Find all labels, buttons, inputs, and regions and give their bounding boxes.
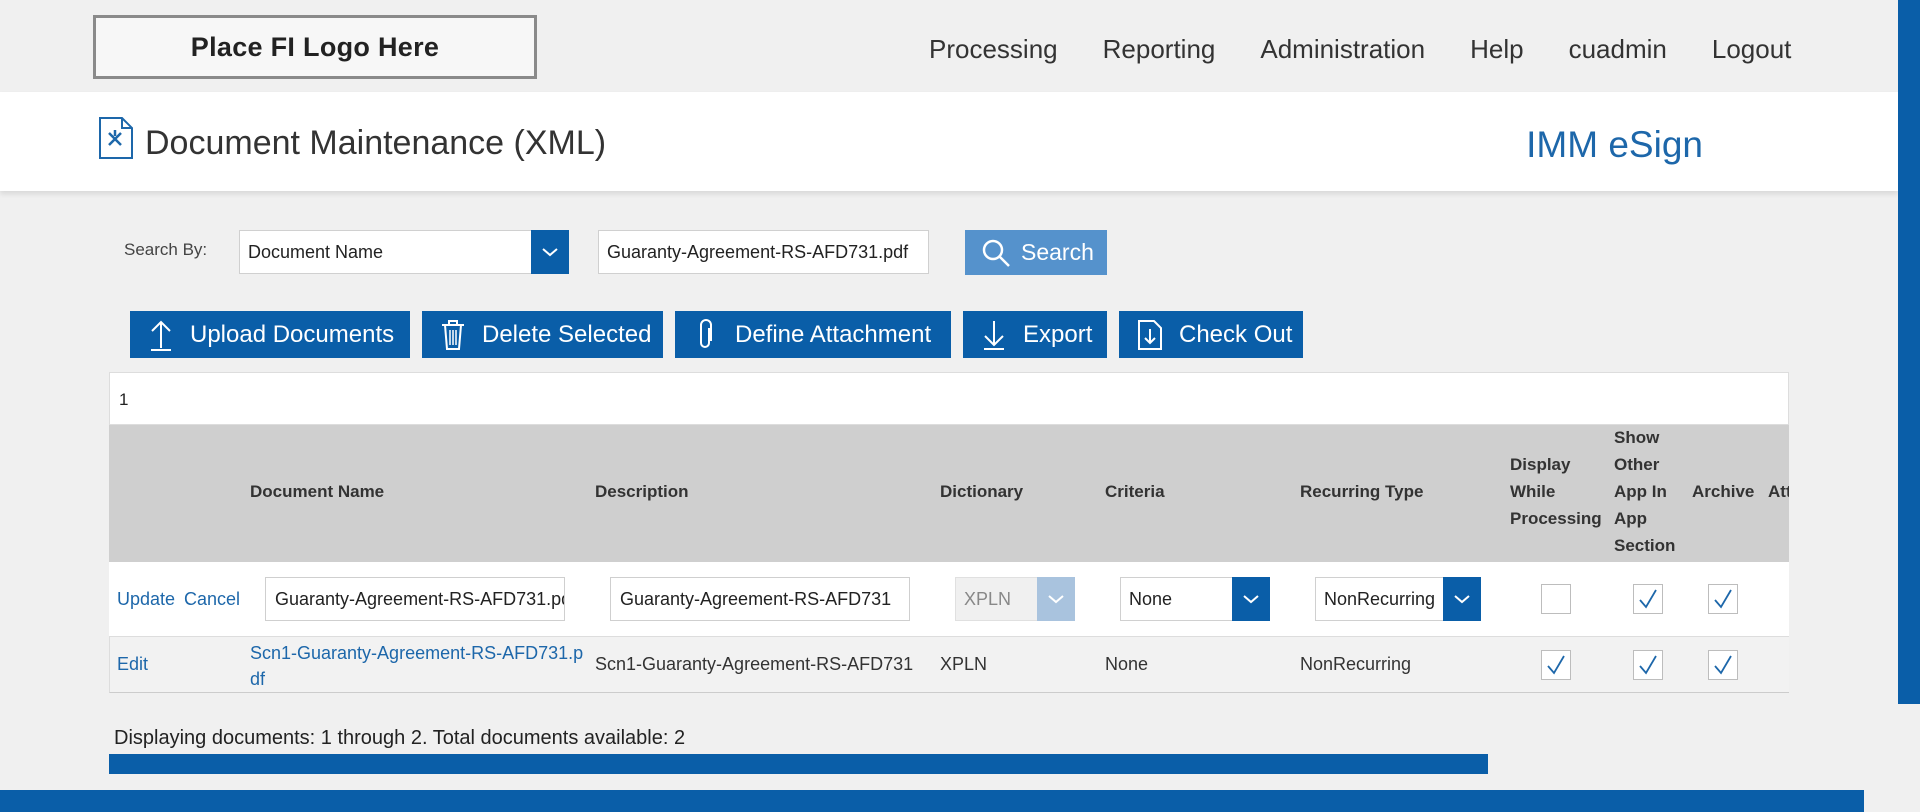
chevron-down-icon[interactable] xyxy=(531,230,569,274)
page-title: Document Maintenance (XML) xyxy=(145,124,607,162)
show-other-app-checkbox[interactable] xyxy=(1633,584,1663,614)
col-archive[interactable]: Archive xyxy=(1692,478,1754,505)
document-name-line2: df xyxy=(250,669,266,689)
export-label: Export xyxy=(1023,320,1093,348)
col-attachment[interactable]: Att xyxy=(1768,478,1789,505)
col-document-name[interactable]: Document Name xyxy=(250,478,384,505)
footer-bar xyxy=(0,790,1864,812)
delete-selected-button[interactable]: Delete Selected xyxy=(422,311,663,358)
document-count-status: Displaying documents: 1 through 2. Total… xyxy=(114,727,686,749)
nav-administration[interactable]: Administration xyxy=(1260,34,1425,65)
col-dictionary[interactable]: Dictionary xyxy=(940,478,1023,505)
document-name-input[interactable]: Guaranty-Agreement-RS-AFD731.pdf xyxy=(265,577,565,621)
trash-icon xyxy=(440,319,466,351)
cancel-link[interactable]: Cancel xyxy=(184,589,240,610)
grid-pager: 1 xyxy=(109,372,1789,425)
search-button-label: Search xyxy=(1021,239,1094,265)
chevron-down-icon xyxy=(1037,577,1075,621)
nav-processing[interactable]: Processing xyxy=(929,34,1058,65)
download-icon xyxy=(981,319,1007,351)
paperclip-icon xyxy=(693,318,719,351)
search-input[interactable] xyxy=(598,230,929,274)
nav-user[interactable]: cuadmin xyxy=(1569,34,1667,65)
col-recurring-type[interactable]: Recurring Type xyxy=(1300,478,1423,505)
recurring-type-value: NonRecurring xyxy=(1324,589,1436,609)
check-out-button[interactable]: Check Out xyxy=(1119,311,1303,358)
col-display-line2: While xyxy=(1510,482,1556,501)
dictionary-cell: XPLN xyxy=(940,654,988,674)
nav-help[interactable]: Help xyxy=(1470,34,1523,65)
export-button[interactable]: Export xyxy=(963,311,1107,358)
page-number[interactable]: 1 xyxy=(119,390,128,410)
col-display-while-processing[interactable]: Display While Processing xyxy=(1510,451,1602,532)
define-attachment-label: Define Attachment xyxy=(735,320,932,348)
checkmark-icon xyxy=(1714,589,1732,609)
col-show-line4: App xyxy=(1614,509,1648,528)
chevron-down-icon[interactable] xyxy=(1443,577,1481,621)
checkmark-icon xyxy=(1714,655,1732,675)
col-criteria[interactable]: Criteria xyxy=(1105,478,1165,505)
search-by-label: Search By: xyxy=(124,240,208,259)
col-display-line1: Display xyxy=(1510,455,1571,474)
update-link[interactable]: Update xyxy=(117,589,175,610)
search-icon xyxy=(982,239,1010,267)
search-field-select[interactable]: Document Name xyxy=(239,230,569,274)
criteria-cell: None xyxy=(1105,654,1149,674)
nav-logout[interactable]: Logout xyxy=(1712,34,1792,65)
criteria-value: None xyxy=(1129,589,1173,609)
show-other-app-checkbox xyxy=(1633,650,1663,680)
document-name-line1: Scn1-Guaranty-Agreement-RS-AFD731.p xyxy=(250,643,584,663)
col-show-line2: Other xyxy=(1614,455,1660,474)
recurring-type-select[interactable]: NonRecurring xyxy=(1315,577,1481,621)
delete-selected-label: Delete Selected xyxy=(482,320,652,348)
institution-logo: Place FI Logo Here xyxy=(93,15,537,79)
search-field-value: Document Name xyxy=(248,242,384,262)
check-out-label: Check Out xyxy=(1179,320,1293,348)
col-show-line5: Section xyxy=(1614,536,1676,555)
dictionary-value: XPLN xyxy=(964,589,1012,609)
checkmark-icon xyxy=(1639,655,1657,675)
dictionary-select: XPLN xyxy=(955,577,1075,621)
description-cell: Scn1-Guaranty-Agreement-RS-AFD731 xyxy=(595,654,914,674)
horizontal-scrollbar[interactable] xyxy=(109,754,1488,774)
upload-documents-label: Upload Documents xyxy=(190,320,395,348)
document-tools-icon xyxy=(98,116,134,165)
col-show-line3: App In xyxy=(1614,482,1667,501)
nav-reporting[interactable]: Reporting xyxy=(1103,34,1216,65)
main-nav: Processing Reporting Administration Help… xyxy=(929,34,1836,65)
edit-link[interactable]: Edit xyxy=(117,654,148,675)
checkmark-icon xyxy=(1639,589,1657,609)
criteria-select[interactable]: None xyxy=(1120,577,1270,621)
recurring-type-cell: NonRecurring xyxy=(1300,654,1412,674)
archive-checkbox xyxy=(1708,650,1738,680)
display-while-processing-checkbox xyxy=(1541,650,1571,680)
check-out-icon xyxy=(1137,319,1163,351)
vertical-scrollbar[interactable] xyxy=(1898,0,1920,704)
col-show-other-app[interactable]: Show Other App In App Section xyxy=(1614,424,1675,559)
col-description[interactable]: Description xyxy=(595,478,689,505)
checkmark-icon xyxy=(1547,655,1565,675)
upload-documents-button[interactable]: Upload Documents xyxy=(130,311,410,358)
description-input[interactable]: Guaranty-Agreement-RS-AFD731 xyxy=(610,577,910,621)
search-button[interactable]: Search xyxy=(965,230,1107,275)
define-attachment-button[interactable]: Define Attachment xyxy=(675,311,951,358)
document-name-link[interactable]: Scn1-Guaranty-Agreement-RS-AFD731.p df xyxy=(250,640,583,692)
archive-checkbox[interactable] xyxy=(1708,584,1738,614)
display-while-processing-checkbox[interactable] xyxy=(1541,584,1571,614)
chevron-down-icon[interactable] xyxy=(1232,577,1270,621)
col-show-line1: Show xyxy=(1614,428,1660,447)
col-display-line3: Processing xyxy=(1510,509,1602,528)
upload-icon xyxy=(148,318,174,352)
app-brand: IMM eSign xyxy=(1526,124,1703,165)
